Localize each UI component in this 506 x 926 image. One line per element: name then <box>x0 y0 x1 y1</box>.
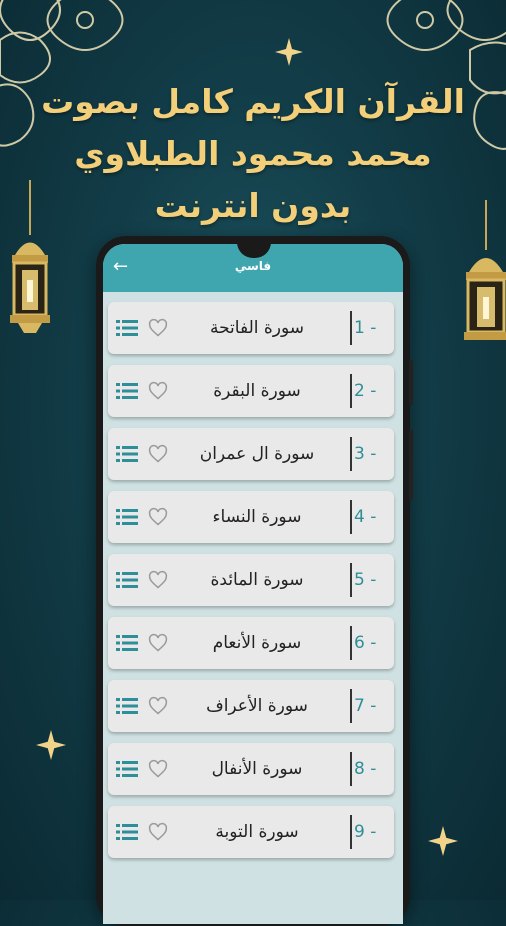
favorite-heart-icon[interactable] <box>148 444 168 464</box>
surah-row[interactable]: 4 - سورة النساء <box>108 491 394 543</box>
surah-number: 8 - <box>354 759 377 779</box>
surah-name: سورة الأنعام <box>212 633 302 653</box>
favorite-heart-icon[interactable] <box>148 822 168 842</box>
surah-number: 5 - <box>354 570 377 590</box>
row-divider <box>350 374 352 408</box>
surah-number: 1 - <box>354 318 377 338</box>
list-menu-icon[interactable] <box>116 634 138 652</box>
surah-name: سورة ال عمران <box>199 444 315 464</box>
list-menu-icon[interactable] <box>116 319 138 337</box>
surah-row[interactable]: 3 - سورة ال عمران <box>108 428 394 480</box>
row-divider <box>350 815 352 849</box>
row-divider <box>350 626 352 660</box>
sparkle-icon <box>275 38 303 66</box>
list-menu-icon[interactable] <box>116 445 138 463</box>
favorite-heart-icon[interactable] <box>148 696 168 716</box>
surah-name: سورة المائدة <box>210 570 304 590</box>
promo-headline: القرآن الكريم كامل بصوت محمد محمود الطبل… <box>0 76 506 232</box>
row-divider <box>350 563 352 597</box>
headline-line-1: القرآن الكريم كامل بصوت <box>41 82 465 121</box>
surah-name: سورة التوبة <box>215 822 299 842</box>
list-menu-icon[interactable] <box>116 823 138 841</box>
surah-number: 3 - <box>354 444 377 464</box>
list-menu-icon[interactable] <box>116 508 138 526</box>
favorite-heart-icon[interactable] <box>148 570 168 590</box>
surah-number: 4 - <box>354 507 377 527</box>
app-title: فاسي <box>234 259 272 273</box>
headline-line-2: محمد محمود الطبلاوي <box>74 134 432 173</box>
row-divider <box>350 437 352 471</box>
row-divider <box>350 311 352 345</box>
row-divider <box>350 500 352 534</box>
favorite-heart-icon[interactable] <box>148 759 168 779</box>
surah-row[interactable]: 2 - سورة البقرة <box>108 365 394 417</box>
sparkle-icon <box>36 730 66 760</box>
row-divider <box>350 752 352 786</box>
list-menu-icon[interactable] <box>116 697 138 715</box>
surah-name: سورة الأنفال <box>211 759 303 779</box>
list-menu-icon[interactable] <box>116 760 138 778</box>
headline-line-3: بدون انترنت <box>154 186 352 225</box>
surah-row[interactable]: 9 - سورة التوبة <box>108 806 394 858</box>
surah-number: 2 - <box>354 381 377 401</box>
list-menu-icon[interactable] <box>116 571 138 589</box>
row-divider <box>350 689 352 723</box>
sparkle-icon <box>428 826 458 856</box>
favorite-heart-icon[interactable] <box>148 318 168 338</box>
surah-row[interactable]: 6 - سورة الأنعام <box>108 617 394 669</box>
phone-side-button <box>409 430 413 500</box>
surah-row[interactable]: 1 - سورة الفاتحة <box>108 302 394 354</box>
surah-name: سورة النساء <box>212 507 302 527</box>
surah-number: 9 - <box>354 822 377 842</box>
favorite-heart-icon[interactable] <box>148 507 168 527</box>
surah-row[interactable]: 8 - سورة الأنفال <box>108 743 394 795</box>
list-menu-icon[interactable] <box>116 382 138 400</box>
surah-row[interactable]: 5 - سورة المائدة <box>108 554 394 606</box>
favorite-heart-icon[interactable] <box>148 633 168 653</box>
surah-number: 6 - <box>354 633 377 653</box>
surah-name: سورة الأعراف <box>206 696 308 716</box>
app-screen: ← فاسي 1 - سورة الفاتحة 2 - سورة البقرة 3 -س… <box>103 244 403 924</box>
phone-side-button <box>409 360 413 405</box>
surah-row[interactable]: 7 - سورة الأعراف <box>108 680 394 732</box>
favorite-heart-icon[interactable] <box>148 381 168 401</box>
surah-name: سورة البقرة <box>213 381 301 401</box>
surah-number: 7 - <box>354 696 377 716</box>
surah-name: سورة الفاتحة <box>209 318 305 338</box>
